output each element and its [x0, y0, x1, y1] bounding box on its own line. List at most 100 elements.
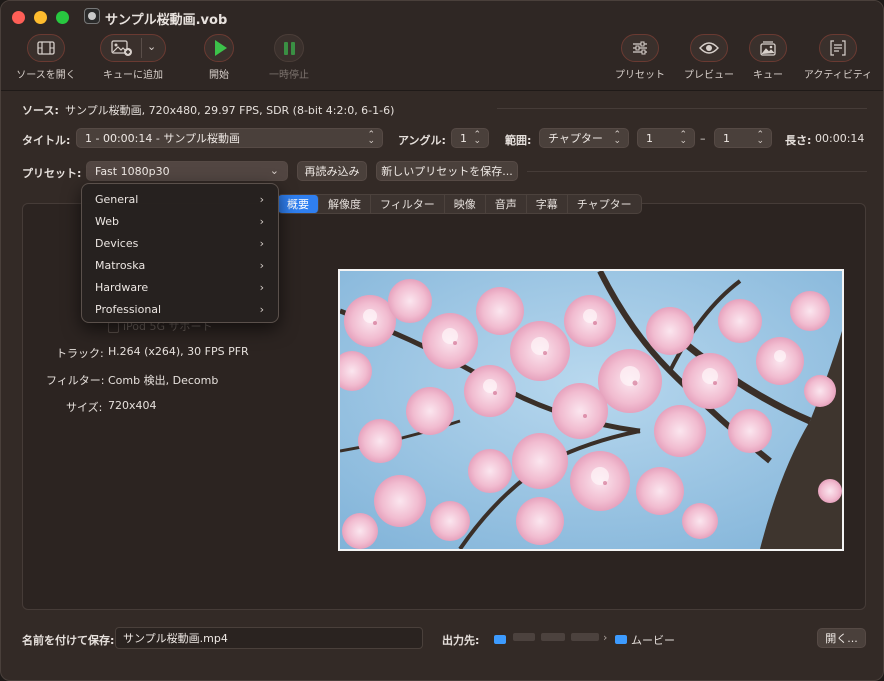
window-title: サンプル桜動画.vob — [105, 13, 228, 28]
save-preset-button[interactable]: 新しいプリセットを保存... — [376, 161, 518, 181]
preview-button[interactable] — [690, 34, 728, 62]
minimize-window-button[interactable] — [34, 11, 47, 24]
chevron-right-icon: › — [259, 215, 264, 228]
chevron-right-icon: › — [259, 259, 264, 272]
duration-value: 00:00:14 — [815, 132, 865, 145]
pause-button[interactable] — [274, 34, 304, 62]
path-segment-redacted — [571, 633, 599, 641]
path-segment-redacted — [541, 633, 565, 641]
photo-stack-icon — [760, 41, 776, 56]
updown-chevron-icon: ⌃ ⌄ — [613, 130, 621, 146]
pause-icon — [283, 41, 295, 55]
browse-button[interactable]: 開く... — [817, 628, 866, 648]
menu-item-label: Hardware — [95, 280, 149, 294]
activity-button[interactable] — [819, 34, 857, 62]
zoom-window-button[interactable] — [56, 11, 69, 24]
chevron-right-icon: › — [259, 303, 264, 316]
chevron-down-icon[interactable]: ⌄ — [147, 40, 156, 53]
app-window: サンプル桜動画.vob ソースを開く ⌄ キューに追加 開始 一時停止 プリセッ… — [0, 0, 884, 681]
path-chevron-icon: › — [603, 631, 608, 644]
menu-item-label: Professional — [95, 302, 162, 316]
sliders-icon — [633, 41, 647, 55]
add-queue-label: キューに追加 — [103, 70, 163, 81]
tab-audio[interactable]: 音声 — [486, 195, 527, 213]
source-label: ソース: — [22, 104, 59, 117]
filter-label: フィルター: — [46, 374, 105, 387]
tab-dimensions[interactable]: 解像度 — [319, 195, 371, 213]
chevron-right-icon: › — [259, 281, 264, 294]
menu-item-label: Matroska — [95, 258, 146, 272]
tab-summary[interactable]: 概要 — [278, 195, 319, 213]
add-queue-button[interactable]: ⌄ — [100, 34, 166, 62]
range-end-value: 1 — [723, 131, 730, 145]
range-dash: – — [700, 132, 706, 145]
size-label: サイズ: — [66, 401, 103, 414]
source-separator — [497, 108, 867, 109]
tab-subtitles[interactable]: 字幕 — [527, 195, 568, 213]
menu-item-professional[interactable]: Professional › — [82, 298, 278, 320]
toolbar: サンプル桜動画.vob ソースを開く ⌄ キューに追加 開始 一時停止 プリセッ… — [1, 1, 883, 91]
duration-label: 長さ: — [785, 134, 812, 147]
menu-item-label: Devices — [95, 236, 139, 250]
filter-value: Comb 検出, Decomb — [108, 374, 219, 387]
menu-item-label: General — [95, 192, 139, 206]
title-select[interactable]: 1 - 00:00:14 - サンプル桜動画 ⌃ ⌄ — [76, 128, 383, 148]
preview-image — [338, 269, 844, 551]
image-add-icon — [111, 40, 132, 56]
play-icon — [214, 40, 227, 56]
range-start-value: 1 — [646, 131, 653, 145]
track-label: トラック: — [56, 347, 104, 360]
path-segment-redacted — [513, 633, 535, 641]
open-source-button[interactable] — [27, 34, 65, 62]
menu-item-hardware[interactable]: Hardware › — [82, 276, 278, 298]
updown-chevron-icon: ⌃ ⌄ — [679, 130, 687, 146]
range-type-value: チャプター — [548, 132, 603, 145]
activity-log-icon — [830, 40, 846, 56]
preset-category-menu: General › Web › Devices › Matroska › Hardwar… — [81, 183, 279, 323]
menu-item-general[interactable]: General › — [82, 188, 278, 210]
tab-filters[interactable]: フィルター — [371, 195, 445, 213]
app-icon — [84, 8, 100, 24]
chevron-right-icon: › — [259, 193, 264, 206]
start-label: 開始 — [209, 70, 229, 81]
preset-separator — [527, 171, 867, 172]
source-value: サンプル桜動画, 720x480, 29.97 FPS, SDR (8-bit … — [65, 104, 395, 117]
destination-folder[interactable]: ムービー — [631, 632, 675, 648]
range-start-select[interactable]: 1 ⌃ ⌄ — [637, 128, 695, 148]
reload-preset-button[interactable]: 再読み込み — [297, 161, 367, 181]
settings-tabs: 概要 解像度 フィルター 映像 音声 字幕 チャプター — [277, 194, 642, 214]
queue-button[interactable] — [749, 34, 787, 62]
open-source-label: ソースを開く — [16, 70, 76, 81]
updown-chevron-icon: ⌃ ⌄ — [756, 130, 764, 146]
presets-button[interactable] — [621, 34, 659, 62]
eye-icon — [699, 42, 719, 54]
angle-select[interactable]: 1 ⌃ ⌄ — [451, 128, 489, 148]
title-select-value: 1 - 00:00:14 - サンプル桜動画 — [85, 132, 240, 145]
preset-select[interactable]: Fast 1080p30 ⌄ — [86, 161, 288, 181]
menu-item-devices[interactable]: Devices › — [82, 232, 278, 254]
angle-label: アングル: — [398, 134, 446, 147]
film-icon — [37, 41, 55, 55]
presets-label: プリセット — [615, 70, 665, 81]
start-button[interactable] — [204, 34, 234, 62]
range-end-select[interactable]: 1 ⌃ ⌄ — [714, 128, 772, 148]
range-type-select[interactable]: チャプター ⌃ ⌄ — [539, 128, 629, 148]
menu-item-label: Web — [95, 214, 119, 228]
preset-label: プリセット: — [22, 167, 82, 180]
ipod-support-checkbox[interactable] — [108, 321, 119, 333]
close-window-button[interactable] — [12, 11, 25, 24]
tab-video[interactable]: 映像 — [445, 195, 486, 213]
angle-select-value: 1 — [460, 131, 467, 145]
updown-chevron-icon: ⌃ ⌄ — [367, 130, 375, 146]
range-label: 範囲: — [505, 134, 532, 147]
menu-item-matroska[interactable]: Matroska › — [82, 254, 278, 276]
preview-label: プレビュー — [684, 70, 734, 81]
size-value: 720x404 — [108, 399, 157, 412]
menu-item-web[interactable]: Web › — [82, 210, 278, 232]
track-value: H.264 (x264), 30 FPS PFR — [108, 345, 249, 358]
save-as-field[interactable]: サンプル桜動画.mp4 — [115, 627, 423, 649]
activity-label: アクティビティ — [803, 70, 873, 81]
folder-icon — [494, 632, 506, 645]
tab-chapters[interactable]: チャプター — [568, 195, 641, 213]
add-queue-divider — [141, 38, 142, 58]
